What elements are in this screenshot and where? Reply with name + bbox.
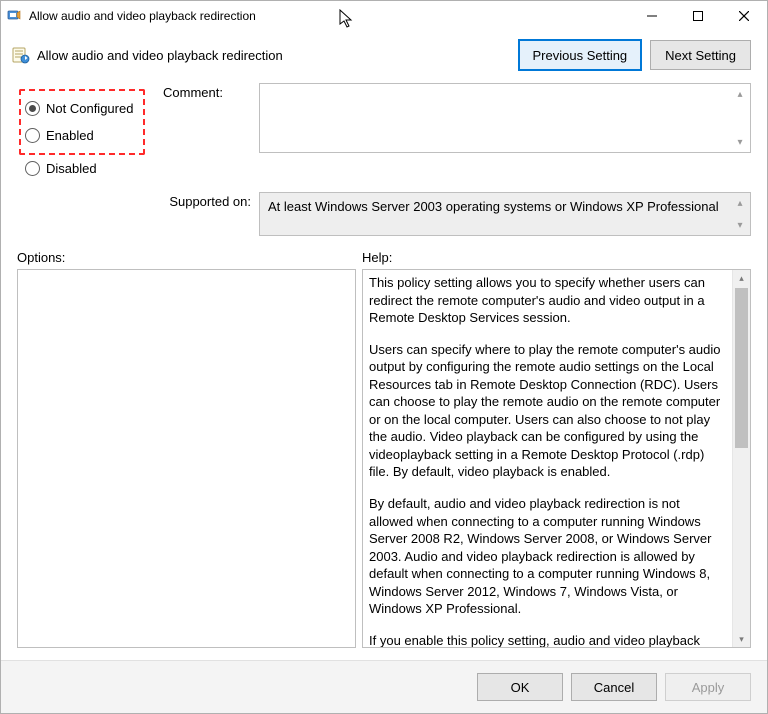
- header-row: Allow audio and video playback redirecti…: [1, 31, 767, 71]
- help-label: Help:: [362, 250, 392, 265]
- comment-label: Comment:: [163, 83, 253, 100]
- radio-icon: [25, 128, 40, 143]
- scroll-thumb[interactable]: [735, 288, 748, 448]
- options-panel: [17, 269, 356, 648]
- scroll-up-icon[interactable]: ▴: [732, 195, 748, 211]
- ok-button[interactable]: OK: [477, 673, 563, 701]
- scroll-down-icon[interactable]: ▾: [733, 631, 750, 647]
- radio-not-configured[interactable]: Not Configured: [25, 101, 133, 116]
- dialog-window: Allow audio and video playback redirecti…: [0, 0, 768, 714]
- help-paragraph: If you enable this policy setting, audio…: [369, 632, 726, 647]
- help-paragraph: Users can specify where to play the remo…: [369, 341, 726, 481]
- help-scrollbar[interactable]: ▴ ▾: [732, 270, 750, 647]
- radio-label: Disabled: [46, 161, 97, 176]
- apply-button[interactable]: Apply: [665, 673, 751, 701]
- radio-label: Not Configured: [46, 101, 133, 116]
- comment-textarea[interactable]: ▴ ▾: [259, 83, 751, 153]
- scroll-down-icon[interactable]: ▾: [732, 217, 748, 233]
- help-text: This policy setting allows you to specif…: [363, 270, 732, 647]
- supported-on-value: At least Windows Server 2003 operating s…: [259, 192, 751, 236]
- panel-labels: Options: Help:: [1, 236, 767, 269]
- help-paragraph: This policy setting allows you to specif…: [369, 274, 726, 327]
- maximize-button[interactable]: [675, 1, 721, 31]
- radio-label: Enabled: [46, 128, 94, 143]
- supported-on-text: At least Windows Server 2003 operating s…: [268, 199, 719, 214]
- radio-disabled[interactable]: Disabled: [25, 161, 151, 176]
- close-button[interactable]: [721, 1, 767, 31]
- titlebar: Allow audio and video playback redirecti…: [1, 1, 767, 31]
- window-title: Allow audio and video playback redirecti…: [29, 9, 256, 23]
- radio-enabled[interactable]: Enabled: [25, 128, 133, 143]
- radio-icon: [25, 101, 40, 116]
- state-radio-group: Not Configured Enabled Disabled: [17, 83, 157, 186]
- help-panel: This policy setting allows you to specif…: [362, 269, 751, 648]
- radio-icon: [25, 161, 40, 176]
- policy-icon: [11, 45, 31, 65]
- dialog-button-bar: OK Cancel Apply: [1, 660, 767, 713]
- help-paragraph: By default, audio and video playback red…: [369, 495, 726, 618]
- settings-section: Not Configured Enabled Disabled Comment:…: [1, 71, 767, 236]
- options-label: Options:: [17, 250, 362, 265]
- minimize-button[interactable]: [629, 1, 675, 31]
- app-icon: [7, 8, 23, 24]
- next-setting-button[interactable]: Next Setting: [650, 40, 751, 70]
- previous-setting-button[interactable]: Previous Setting: [518, 39, 643, 71]
- scroll-down-icon[interactable]: ▾: [732, 134, 748, 150]
- policy-title: Allow audio and video playback redirecti…: [37, 48, 283, 63]
- cancel-button[interactable]: Cancel: [571, 673, 657, 701]
- highlight-box: Not Configured Enabled: [19, 89, 145, 155]
- supported-on-label: Supported on:: [163, 192, 253, 209]
- scroll-up-icon[interactable]: ▴: [732, 86, 748, 102]
- scroll-up-icon[interactable]: ▴: [733, 270, 750, 286]
